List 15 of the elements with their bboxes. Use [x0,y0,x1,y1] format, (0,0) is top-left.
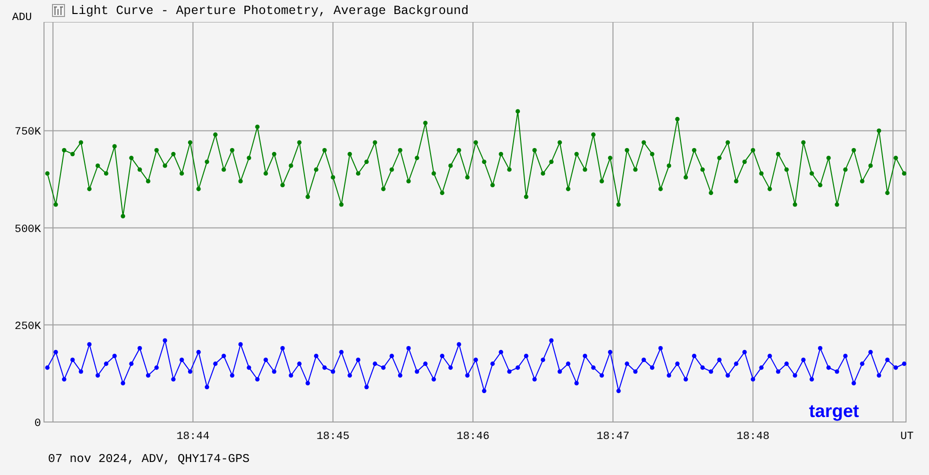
chart-icon [52,4,65,17]
tick-label: 0 [34,418,41,430]
tick-label: 18:48 [736,431,770,443]
axis-label: UT [900,431,914,443]
tick-label: 500K [14,224,41,236]
axis-label: ADU [11,12,33,24]
legend-label: target [809,401,859,421]
footer-text: 07 nov 2024, ADV, QHY174-GPS [47,452,251,466]
tick-label: 250K [14,320,41,333]
tick-label: 750K [14,126,41,139]
window-title: Light Curve - Aperture Photometry, Average Background [71,4,469,18]
tick-label: 18:46 [456,431,490,443]
tick-label: 18:44 [176,431,210,443]
tick-label: 18:47 [596,431,630,443]
tick-label: 18:45 [316,431,350,443]
